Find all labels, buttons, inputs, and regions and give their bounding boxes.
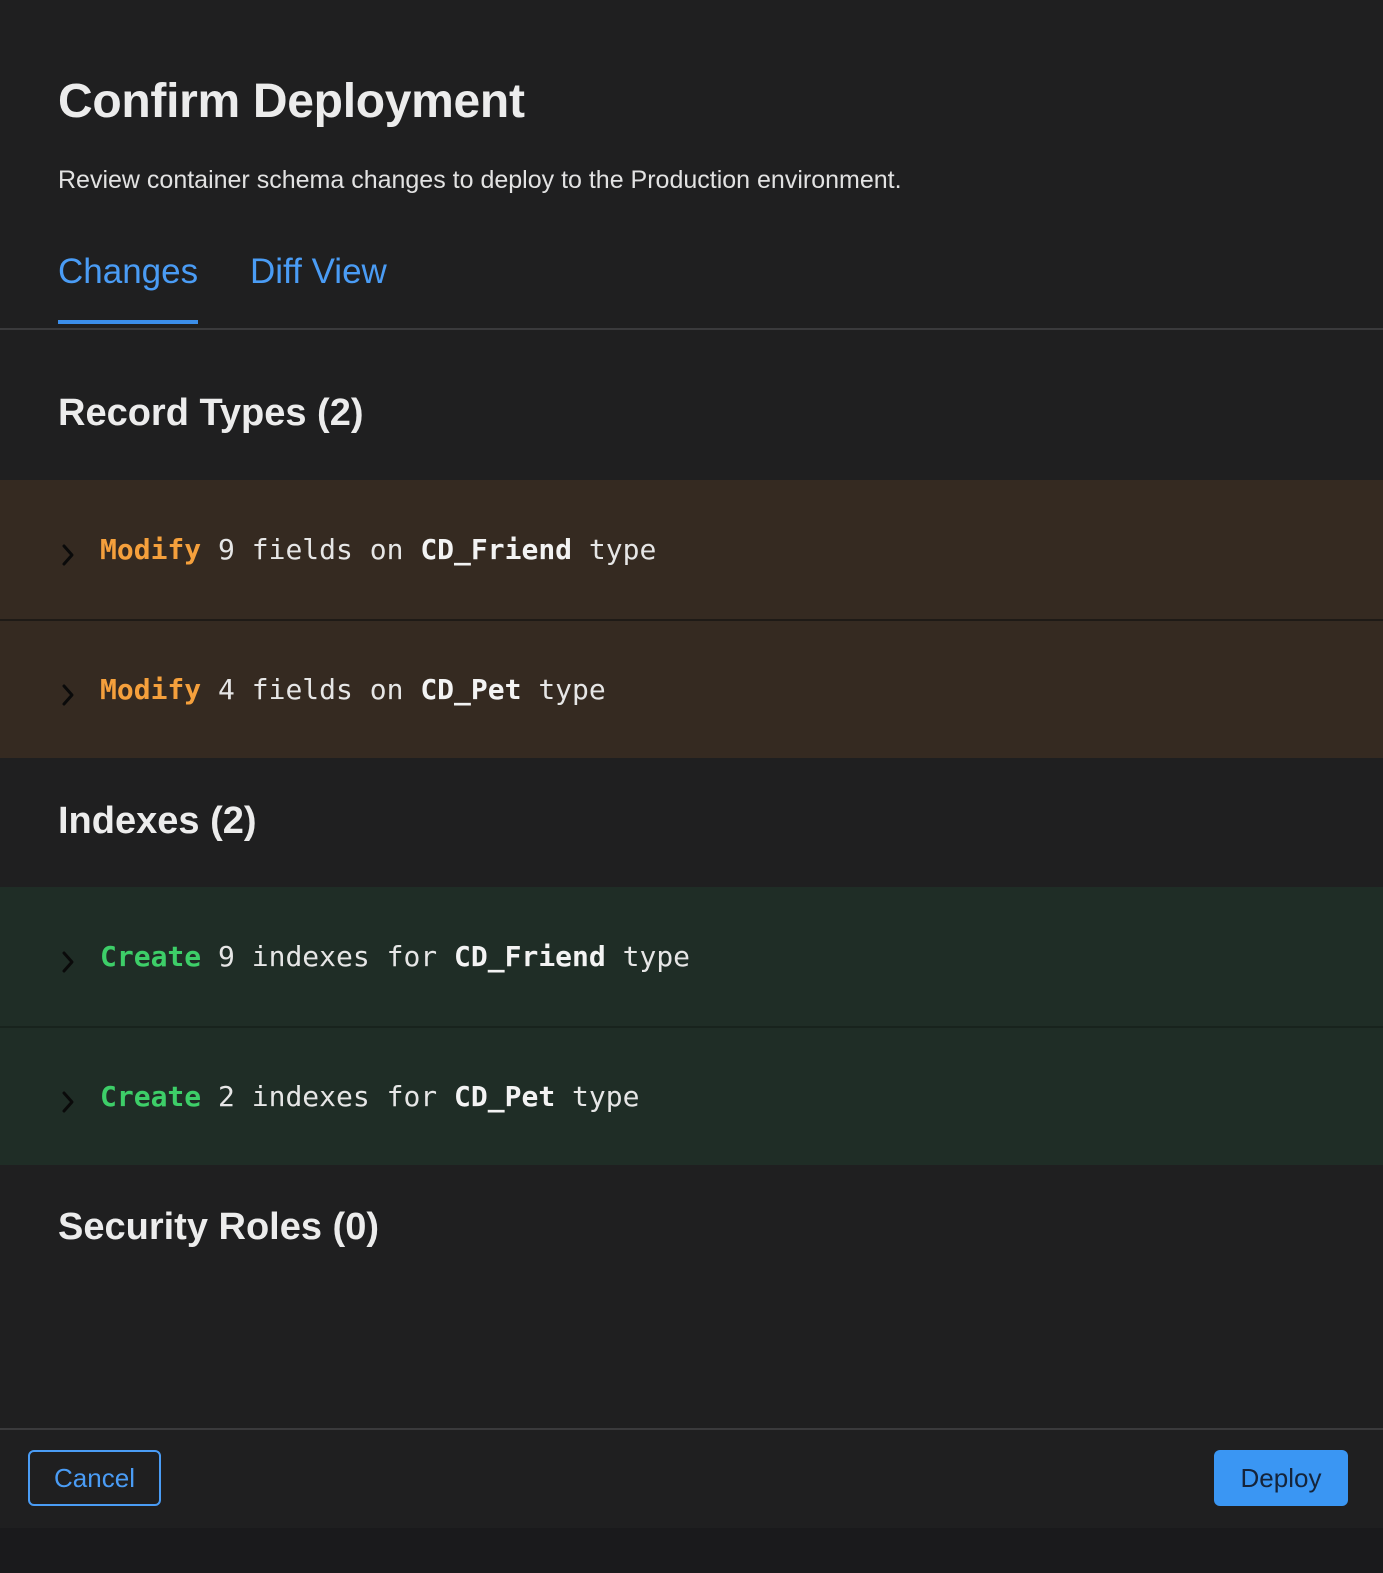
change-verb: Modify [100, 533, 202, 566]
section-heading-record-types: Record Types (2) [58, 392, 364, 434]
change-row-create-cd-pet[interactable]: Create 2 indexes for CD_Pet type [0, 1026, 1383, 1165]
change-row-text: Modify 4 fields on CD_Pet type [100, 673, 606, 706]
change-row-modify-cd-pet[interactable]: Modify 4 fields on CD_Pet type [0, 619, 1383, 758]
change-description: 2 indexes for [201, 1080, 455, 1113]
record-type-name: CD_Pet [454, 1080, 556, 1113]
record-type-name: CD_Pet [420, 673, 522, 706]
change-description: 4 fields on [201, 673, 421, 706]
chevron-right-icon [62, 951, 74, 972]
change-row-text: Create 9 indexes for CD_Friend type [100, 940, 690, 973]
change-verb: Modify [100, 673, 202, 706]
chevron-right-icon [62, 684, 74, 705]
change-suffix: type [572, 533, 657, 566]
tab-diff-view[interactable]: Diff View [250, 252, 387, 320]
change-row-create-cd-friend[interactable]: Create 9 indexes for CD_Friend type [0, 887, 1383, 1026]
tab-bar: Changes Diff View [0, 230, 1383, 330]
change-verb: Create [100, 940, 202, 973]
record-type-name: CD_Friend [454, 940, 606, 973]
change-suffix: type [605, 940, 691, 973]
change-row-text: Create 2 indexes for CD_Pet type [100, 1080, 639, 1113]
change-description: 9 fields on [201, 533, 421, 566]
change-row-modify-cd-friend[interactable]: Modify 9 fields on CD_Friend type [0, 480, 1383, 619]
tab-changes[interactable]: Changes [58, 252, 199, 324]
section-heading-security-roles: Security Roles (0) [58, 1206, 379, 1248]
cancel-button[interactable]: Cancel [28, 1450, 161, 1506]
section-heading-indexes: Indexes (2) [58, 800, 257, 842]
chevron-right-icon [62, 544, 74, 565]
dialog-footer: Cancel Deploy [0, 1428, 1383, 1528]
chevron-right-icon [62, 1091, 74, 1112]
deploy-button[interactable]: Deploy [1214, 1450, 1348, 1506]
dialog-subtitle: Review container schema changes to deplo… [58, 166, 902, 194]
change-suffix: type [521, 673, 606, 706]
confirm-deployment-dialog: Confirm Deployment Review container sche… [0, 0, 1383, 1528]
record-type-name: CD_Friend [420, 533, 573, 566]
change-suffix: type [555, 1080, 640, 1113]
dialog-title: Confirm Deployment [58, 75, 525, 128]
change-row-text: Modify 9 fields on CD_Friend type [100, 533, 656, 566]
change-description: 9 indexes for [201, 940, 455, 973]
change-verb: Create [100, 1080, 202, 1113]
